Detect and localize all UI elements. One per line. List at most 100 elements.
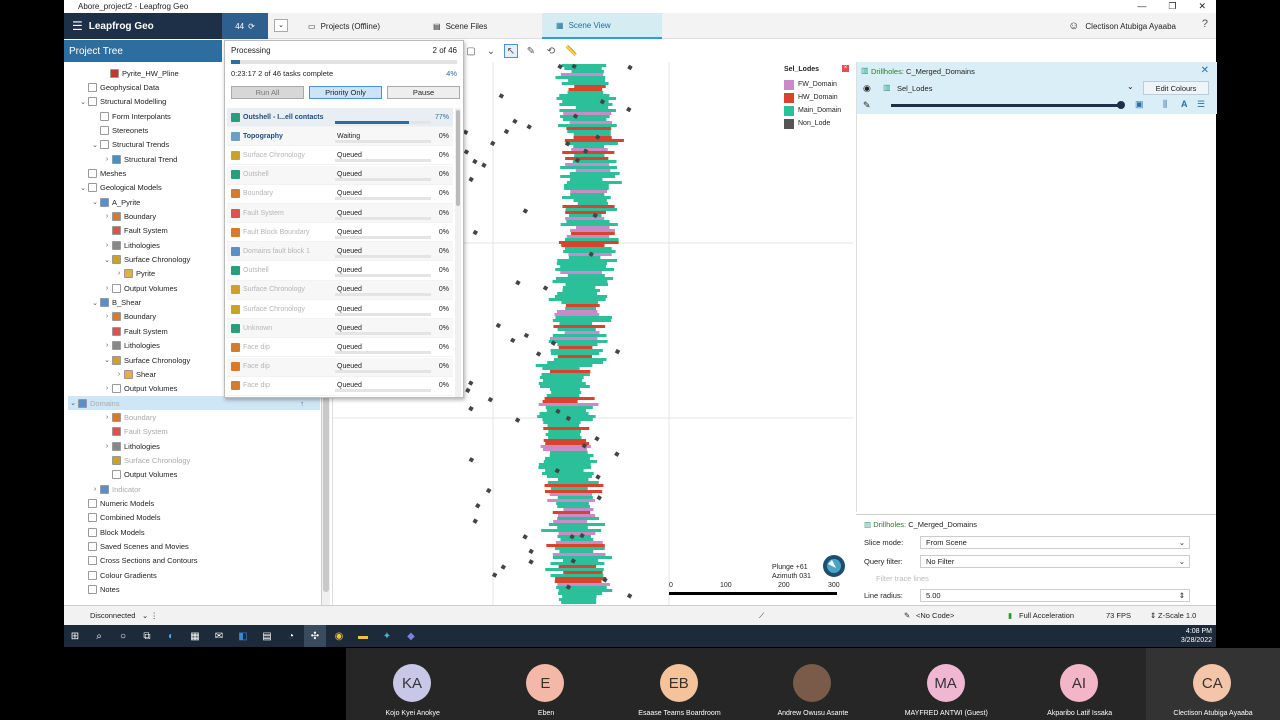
tree-item[interactable]: Stereonets bbox=[90, 123, 148, 137]
tree-item[interactable]: › Shear bbox=[114, 367, 156, 381]
column-dropdown-icon[interactable]: ⌄ bbox=[1127, 82, 1134, 91]
cortana-icon[interactable]: ○ bbox=[112, 625, 134, 647]
participant-tile[interactable]: AI Akparibo Latif Issaka bbox=[1012, 648, 1147, 720]
stepper-icon[interactable]: ⇕ bbox=[1179, 591, 1185, 600]
task-row[interactable]: Outshell Queued 0% bbox=[227, 261, 453, 281]
tree-item[interactable]: Numeric Models bbox=[78, 497, 154, 511]
participant-tile[interactable]: MA MAYFRED ANTWI (Guest) bbox=[879, 648, 1013, 720]
app-brand[interactable]: ☰ Leapfrog Geo bbox=[64, 13, 222, 39]
search-icon[interactable]: ⌕ bbox=[88, 625, 110, 647]
tab-scene-files[interactable]: ▤ Scene Files bbox=[419, 13, 501, 39]
expand-toggle-icon[interactable]: › bbox=[102, 414, 112, 421]
expand-toggle-icon[interactable]: ⌄ bbox=[90, 198, 100, 206]
task-view-icon[interactable]: ⧉ bbox=[136, 625, 158, 647]
tree-item[interactable]: Saved Scenes and Movies bbox=[78, 540, 189, 554]
expand-toggle-icon[interactable]: ⌄ bbox=[102, 356, 112, 364]
tree-item[interactable]: Surface Chronology bbox=[102, 453, 190, 467]
expand-toggle-icon[interactable]: ⌄ bbox=[78, 184, 88, 192]
bars-icon[interactable]: ⫼ bbox=[1163, 99, 1167, 110]
minimize-button[interactable]: — bbox=[1137, 1, 1146, 12]
opacity-slider[interactable] bbox=[891, 104, 1121, 107]
tree-item[interactable]: Pyrite_HW_Pline bbox=[100, 66, 179, 80]
tree-item[interactable]: › Pyrite bbox=[114, 267, 155, 281]
app-icon[interactable]: ◔ bbox=[280, 625, 302, 647]
connection-status[interactable]: Disconnected bbox=[90, 611, 135, 620]
tree-item[interactable]: › Boundary bbox=[102, 410, 156, 424]
folder-icon[interactable]: ▬ bbox=[352, 625, 374, 647]
label-icon[interactable]: A bbox=[1181, 99, 1188, 109]
expand-toggle-icon[interactable]: ⌄ bbox=[102, 256, 112, 264]
draw-icon[interactable]: ✎ bbox=[524, 44, 538, 58]
tree-item[interactable]: ⌄ Structural Trends bbox=[90, 138, 169, 152]
windows-start-icon[interactable]: ⊞ bbox=[64, 625, 86, 647]
participant-tile[interactable]: EB Esaase Teams Boardroom bbox=[612, 648, 747, 720]
task-row[interactable]: Fault Block Boundary Queued 0% bbox=[227, 223, 453, 243]
tree-item[interactable]: Output Volumes bbox=[102, 468, 177, 482]
expand-toggle-icon[interactable]: ⌄ bbox=[68, 399, 78, 407]
upload-icon[interactable]: ↑ bbox=[300, 399, 304, 408]
store-icon[interactable]: ▦ bbox=[184, 625, 206, 647]
participant-tile[interactable]: Andrew Owusu Asante bbox=[746, 648, 880, 720]
task-list-scrollbar[interactable] bbox=[455, 108, 461, 397]
expand-toggle-icon[interactable]: › bbox=[102, 285, 112, 292]
task-row[interactable]: Face dip Queued 0% bbox=[227, 357, 453, 377]
tree-item[interactable]: ⌄ B_Shear bbox=[90, 296, 141, 310]
tree-item[interactable]: Meshes bbox=[78, 166, 126, 180]
line-radius-input[interactable]: 5.00 ⇕ bbox=[920, 588, 1190, 602]
expand-toggle-icon[interactable]: › bbox=[114, 371, 124, 378]
connection-dropdown-icon[interactable]: ⌄ ⋮ bbox=[142, 611, 158, 620]
mail-icon[interactable]: ✉ bbox=[208, 625, 230, 647]
zscale-readout[interactable]: Z-Scale 1.0 bbox=[1158, 611, 1196, 620]
tree-item[interactable]: ⌄ Surface Chronology bbox=[102, 253, 190, 267]
expand-toggle-icon[interactable]: › bbox=[102, 385, 112, 392]
tree-item[interactable]: Colour Gradients bbox=[78, 568, 157, 582]
help-icon[interactable]: ? bbox=[1202, 18, 1208, 30]
expand-toggle-icon[interactable]: › bbox=[102, 342, 112, 349]
tree-item[interactable]: Fault System bbox=[102, 224, 168, 238]
leapfrog-icon[interactable]: ✣ bbox=[304, 625, 326, 647]
task-row[interactable]: Outshell - I...ell contacts 77% bbox=[227, 108, 453, 127]
dropdown-arrow-icon[interactable]: ⌄ bbox=[484, 44, 498, 58]
tree-item[interactable]: ⌄ Geological Models bbox=[78, 181, 162, 195]
participant-tile[interactable]: KA Kojo Kyei Anokye bbox=[346, 648, 480, 720]
tree-item[interactable]: › Lithologies bbox=[102, 339, 160, 353]
tree-item[interactable]: › Boundary bbox=[102, 210, 156, 224]
user-account[interactable]: ☺ Clectison Atubiga Ayaaba bbox=[1068, 13, 1176, 39]
tab-projects[interactable]: ▭ Projects (Offline) bbox=[294, 13, 394, 39]
calculator-icon[interactable]: ▤ bbox=[256, 625, 278, 647]
expand-toggle-icon[interactable]: ⌄ bbox=[78, 98, 88, 106]
expand-toggle-icon[interactable]: › bbox=[114, 270, 124, 277]
remove-drillholes-icon[interactable]: ✕ bbox=[1201, 65, 1209, 76]
opacity-slider-handle[interactable] bbox=[1117, 101, 1125, 109]
tree-item[interactable]: Notes bbox=[78, 583, 120, 597]
legend-close-icon[interactable]: × bbox=[842, 65, 849, 72]
measure-icon[interactable]: ⟋ bbox=[759, 611, 764, 621]
tree-item[interactable]: Combined Models bbox=[78, 511, 160, 525]
task-row[interactable]: Topography Waiting 0% bbox=[227, 127, 453, 147]
tree-item[interactable]: Form Interpolants bbox=[90, 109, 171, 123]
outlook-icon[interactable]: ◧ bbox=[232, 625, 254, 647]
filter-trace-checkbox[interactable]: Filter trace lines bbox=[876, 571, 929, 585]
tree-item[interactable]: ⌄ Structural Modelling bbox=[78, 95, 166, 109]
clock[interactable]: 4:08 PM 3/28/2022 bbox=[1181, 627, 1212, 645]
tree-item[interactable]: Cross Sections and Contours bbox=[78, 554, 198, 568]
select-box-icon[interactable]: ▢ bbox=[464, 44, 478, 58]
rotate-icon[interactable]: ⟲ bbox=[544, 44, 558, 58]
expand-toggle-icon[interactable]: › bbox=[102, 156, 112, 163]
tree-item[interactable]: ⌄ Surface Chronology bbox=[102, 353, 190, 367]
teams-icon[interactable]: ◆ bbox=[400, 625, 422, 647]
tree-item[interactable]: Fault System bbox=[102, 324, 168, 338]
run-all-button[interactable]: Run All bbox=[231, 86, 304, 99]
visible-eye-icon[interactable]: ◉ bbox=[863, 83, 871, 94]
tree-item[interactable]: Fault System bbox=[102, 425, 168, 439]
tree-item[interactable]: › Indicator bbox=[90, 482, 141, 496]
drillholes-row[interactable]: ▥ Drillholes: C_Merged_Domains ✕ ◉ ▥ Sel… bbox=[857, 62, 1217, 114]
participant-tile[interactable]: CA Clectison Atubiga Ayaaba bbox=[1146, 648, 1280, 720]
tree-item[interactable]: Block Models bbox=[78, 525, 145, 539]
edit-pencil-icon[interactable]: ✎ bbox=[863, 100, 871, 111]
task-row[interactable]: Surface Chronology Queued 0% bbox=[227, 146, 453, 166]
tree-item[interactable]: › Boundary bbox=[102, 310, 156, 324]
expand-toggle-icon[interactable]: ⌄ bbox=[90, 141, 100, 149]
tree-item[interactable]: › Lithologies bbox=[102, 238, 160, 252]
edit-colours-button[interactable]: Edit Colours bbox=[1143, 81, 1209, 95]
